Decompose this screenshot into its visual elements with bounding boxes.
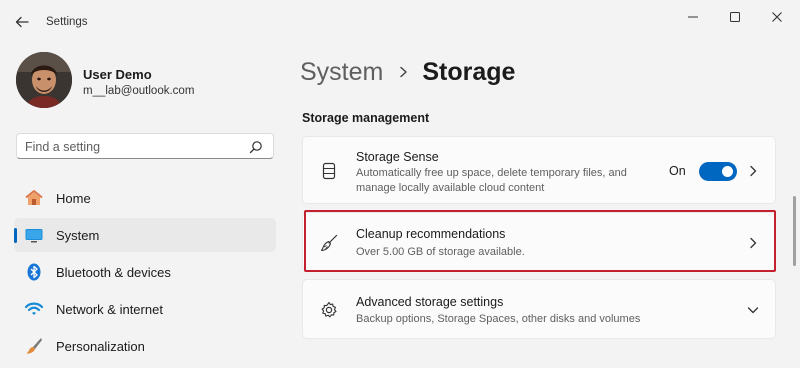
card-title: Advanced storage settings	[356, 295, 504, 309]
minimize-button[interactable]	[678, 6, 708, 28]
sidebar-item-label: Bluetooth & devices	[56, 265, 171, 280]
card-description: Over 5.00 GB of storage available.	[356, 246, 525, 258]
page-title: Storage	[422, 57, 516, 86]
toggle-knob	[722, 166, 733, 177]
sidebar-item-label: System	[56, 228, 100, 243]
advanced-storage-settings-card[interactable]: Advanced storage settings Backup options…	[302, 279, 776, 339]
title-bar: Settings	[0, 0, 800, 40]
sidebar-item-bluetooth[interactable]: Bluetooth & devices	[14, 255, 276, 289]
card-description-line2: manage locally available cloud content	[356, 182, 545, 194]
storage-sense-card[interactable]: Storage Sense Automatically free up spac…	[302, 136, 776, 204]
close-icon	[772, 12, 782, 22]
minimize-icon	[688, 16, 698, 18]
back-button[interactable]	[10, 10, 34, 34]
card-title: Cleanup recommendations	[356, 227, 506, 241]
breadcrumb-chevron-icon	[399, 66, 408, 78]
chevron-down-icon[interactable]	[747, 304, 759, 316]
brush-icon	[24, 336, 44, 356]
sidebar-item-label: Network & internet	[56, 302, 163, 317]
cleanup-recommendations-card[interactable]: Cleanup recommendations Over 5.00 GB of …	[302, 212, 776, 271]
chevron-right-icon[interactable]	[747, 237, 759, 249]
card-description: Backup options, Storage Spaces, other di…	[356, 313, 641, 325]
search-icon[interactable]	[249, 140, 263, 154]
sidebar-nav: Home System Bluetooth & devices Network …	[14, 181, 276, 366]
breadcrumb: System Storage	[300, 56, 515, 88]
scrollbar-thumb[interactable]	[793, 196, 796, 266]
sidebar-item-system[interactable]: System	[14, 218, 276, 252]
card-description: Automatically free up space, delete temp…	[356, 167, 627, 179]
sidebar-item-network[interactable]: Network & internet	[14, 292, 276, 326]
bluetooth-icon	[24, 262, 44, 282]
user-email: m__lab@outlook.com	[83, 85, 195, 97]
sidebar-item-personalization[interactable]: Personalization	[14, 329, 276, 363]
card-title: Storage Sense	[356, 150, 439, 164]
sidebar-item-label: Home	[56, 191, 91, 206]
storage-drive-icon	[319, 161, 339, 181]
wifi-icon	[24, 299, 44, 319]
search-input[interactable]	[25, 138, 235, 155]
breadcrumb-parent[interactable]: System	[300, 58, 383, 87]
broom-icon	[319, 233, 339, 253]
active-indicator	[14, 228, 17, 243]
system-icon	[24, 225, 44, 245]
avatar-image	[16, 52, 72, 108]
gear-icon	[319, 300, 339, 320]
toggle-state-label: On	[669, 164, 686, 178]
sidebar-item-label: Personalization	[56, 339, 145, 354]
sidebar-item-home[interactable]: Home	[14, 181, 276, 215]
storage-sense-toggle[interactable]	[699, 162, 737, 181]
home-icon	[24, 188, 44, 208]
app-title: Settings	[46, 16, 88, 28]
maximize-button[interactable]	[720, 6, 750, 28]
section-title: Storage management	[302, 111, 430, 125]
search-box[interactable]	[16, 133, 274, 159]
chevron-right-icon[interactable]	[747, 165, 759, 177]
user-name: User Demo	[83, 67, 152, 82]
avatar[interactable]	[16, 52, 72, 108]
close-button[interactable]	[762, 6, 792, 28]
maximize-icon	[730, 12, 740, 22]
back-arrow-icon	[15, 16, 29, 28]
